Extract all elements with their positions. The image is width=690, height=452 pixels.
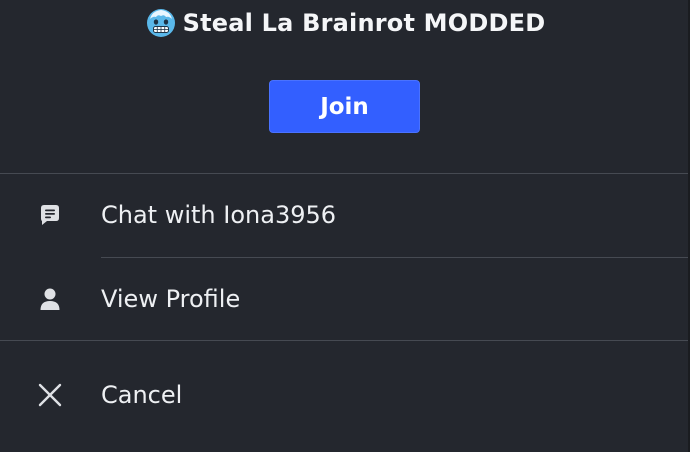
menu-item-chat-label: Chat with Iona3956 [101,201,337,229]
menu-item-cancel-label: Cancel [101,381,183,409]
menu-item-view-profile-label: View Profile [101,285,241,313]
cold-face-emoji-icon [145,7,177,39]
close-icon [36,381,64,409]
game-title: Steal La Brainrot MODDED [182,9,546,37]
menu-item-chat[interactable]: Chat with Iona3956 [0,173,690,257]
join-button-label: Join [320,93,369,120]
menu-item-view-profile[interactable]: View Profile [0,257,690,341]
player-action-sheet: Steal La Brainrot MODDED Join Chat with … [0,0,690,452]
game-header: Steal La Brainrot MODDED [0,0,690,46]
chat-bubble-icon [36,201,64,229]
join-button[interactable]: Join [269,80,420,133]
menu-item-cancel[interactable]: Cancel [0,341,690,449]
person-icon [36,285,64,313]
